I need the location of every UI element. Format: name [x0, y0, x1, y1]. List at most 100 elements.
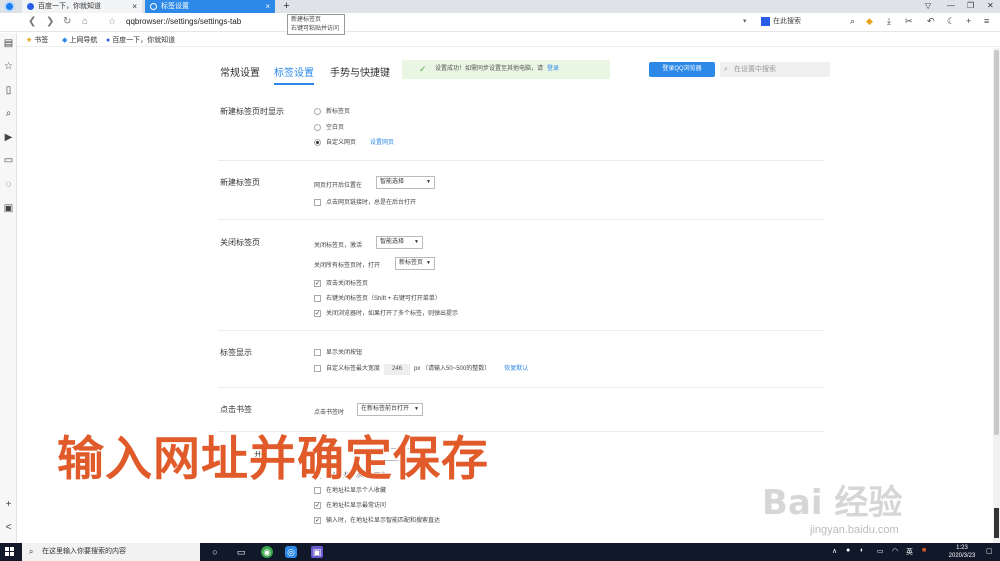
checkbox-checked-icon[interactable]: ✓	[314, 516, 321, 524]
radio-blank-page[interactable]: 空白页	[314, 122, 344, 131]
checkbox-max-width[interactable]: 自定义标签最大宽度 246 px （请输入50~500的整数） 恢复默认	[314, 363, 528, 375]
checkbox-checked-icon[interactable]: ✓	[314, 501, 321, 509]
collapse-icon[interactable]: <	[3, 522, 14, 533]
qq-browser-taskbar-icon[interactable]: ◎	[285, 546, 297, 558]
url-input[interactable]: qqbrowser://settings/settings-tab	[126, 17, 241, 26]
bookmark-item[interactable]: ● 百度一下，你就知道	[106, 35, 175, 45]
checkbox-icon[interactable]	[314, 198, 321, 206]
checkbox-close-warning[interactable]: ✓ 关闭浏览器时，如果打开了多个标签，则弹出提示	[314, 308, 458, 317]
refresh-icon[interactable]: ↻	[63, 16, 71, 27]
bookmark-item[interactable]: ★ 书签	[26, 35, 48, 45]
checkbox-show-close-button[interactable]: 显示关闭按钮	[314, 347, 362, 356]
tab-tab-settings[interactable]: 标签设置	[274, 64, 314, 85]
download-icon[interactable]: ⤓	[887, 16, 891, 27]
chevron-down-icon[interactable]: ▾	[743, 17, 747, 25]
restore-default-link[interactable]: 恢复默认	[504, 366, 528, 372]
search-icon[interactable]: ⌕	[3, 108, 14, 119]
option-label: 显示关闭按钮	[326, 350, 363, 356]
login-button[interactable]: 登录QQ浏览器	[649, 62, 715, 77]
tab-general-settings[interactable]: 常规设置	[220, 64, 260, 79]
radio-new-tab-page[interactable]: 新标签页	[314, 106, 350, 115]
tray-icon[interactable]: ■	[922, 547, 926, 554]
add-icon[interactable]: +	[966, 16, 971, 26]
game-icon[interactable]: ◆	[866, 16, 873, 27]
shirt-icon[interactable]: ▽	[925, 1, 931, 10]
tab-baidu[interactable]: 百度一下，你就知道 ×	[22, 0, 142, 13]
favorite-star-icon[interactable]: ☆	[108, 16, 116, 27]
chat-icon[interactable]: ◌	[3, 179, 14, 190]
cortana-icon[interactable]: ○	[209, 546, 221, 558]
qq-browser-logo-icon[interactable]	[4, 1, 15, 12]
tab-settings[interactable]: 标签设置 ×	[145, 0, 275, 13]
restore-icon[interactable]: ❐	[967, 1, 974, 10]
settings-search-input[interactable]: ⌕ 在设置中搜索	[720, 62, 830, 77]
clock[interactable]: 1:23 2020/3/23	[942, 543, 982, 560]
tray-icon[interactable]: ◐	[860, 547, 864, 554]
checkbox-most-visited[interactable]: ✓ 在地址栏显示最常访问	[314, 500, 386, 509]
close-all-select[interactable]: 新标签页 ▼	[395, 257, 435, 270]
checkbox-checked-icon[interactable]: ✓	[314, 309, 321, 317]
search-box[interactable]: 在此搜索	[761, 16, 801, 26]
close-tab-icon[interactable]: ×	[132, 0, 137, 13]
forward-icon[interactable]: ❯	[46, 16, 54, 27]
back-icon[interactable]: ❮	[28, 16, 36, 27]
max-width-input[interactable]: 246	[384, 364, 411, 375]
undo-icon[interactable]: ↶	[927, 16, 935, 27]
task-view-icon[interactable]: ▭	[235, 546, 247, 558]
app-icon[interactable]: ▣	[311, 546, 323, 558]
search-icon[interactable]: ⌕	[850, 16, 855, 27]
scrollbar[interactable]	[993, 48, 1000, 543]
close-tab-icon[interactable]: ×	[265, 0, 270, 13]
checkbox-icon[interactable]	[314, 364, 321, 372]
chevron-up-icon[interactable]: ∧	[832, 547, 837, 555]
wifi-icon[interactable]: ◠	[892, 547, 898, 555]
menu-icon[interactable]: ≡	[984, 16, 989, 26]
ime-indicator[interactable]: 英	[906, 547, 913, 557]
minimize-icon[interactable]: —	[947, 1, 955, 10]
night-mode-icon[interactable]: ☾	[947, 16, 955, 27]
checkbox-checked-icon[interactable]: ✓	[314, 279, 321, 287]
tools-icon[interactable]: ✂	[905, 16, 913, 27]
bookmark-item[interactable]: ◆ 上网导航	[62, 35, 97, 45]
radio-icon[interactable]	[314, 123, 321, 131]
activate-select[interactable]: 智能选择 ▼	[376, 236, 423, 249]
tab-label: 百度一下，你就知道	[38, 3, 101, 10]
star-icon[interactable]: ☆	[3, 61, 14, 72]
radio-icon[interactable]	[314, 107, 321, 115]
checkbox-icon[interactable]	[314, 294, 321, 302]
set-page-link[interactable]: 设置网页	[370, 140, 394, 146]
notice-text: 设置成功！如需同步设置至其他电脑，请	[435, 66, 544, 72]
select-value: 在新标签前台打开	[361, 406, 410, 412]
search-engine-icon[interactable]	[761, 16, 770, 26]
notice-login-link[interactable]: 登录	[547, 66, 559, 72]
video-icon[interactable]: ▶	[3, 132, 14, 143]
scrollbar-thumb[interactable]	[994, 50, 999, 435]
app-icon[interactable]: ◉	[261, 546, 273, 558]
checkbox-background-open[interactable]: 点击网页链接时，总是在后台打开	[314, 197, 416, 206]
taskbar-search-input[interactable]: ⌕ 在这里输入你要搜索的内容	[22, 543, 200, 561]
home-icon[interactable]: ⌂	[82, 16, 88, 27]
checkbox-smart-match[interactable]: ✓ 输入时，在地址栏显示智能匹配和搜索直达	[314, 515, 440, 524]
bookmark-open-select[interactable]: 在新标签前台打开 ▼	[357, 403, 423, 416]
network-icon[interactable]: ▭	[877, 547, 884, 555]
checkbox-right-click-close[interactable]: 右键关闭标签页（Shift + 右键可打开菜单）	[314, 293, 441, 302]
tray-icon[interactable]: ●	[846, 547, 850, 554]
open-position-select[interactable]: 智能选择 ▼	[376, 176, 435, 189]
note-icon[interactable]: ▣	[3, 203, 14, 214]
tabs-icon[interactable]: ▤	[3, 38, 14, 49]
book-icon[interactable]: ▯	[3, 85, 14, 96]
notification-icon[interactable]: ▢	[986, 547, 993, 555]
checkbox-double-click-close[interactable]: ✓ 双击关闭标签页	[314, 278, 368, 287]
add-icon[interactable]: +	[3, 499, 14, 510]
radio-icon[interactable]	[314, 138, 321, 146]
tab-label: 标签设置	[161, 3, 189, 10]
radio-custom-page[interactable]: 自定义网页 设置网页	[314, 137, 394, 146]
close-window-icon[interactable]: ✕	[987, 1, 994, 10]
new-tab-button[interactable]: +	[280, 0, 293, 13]
option-suffix: px （请输入50~500的整数）	[414, 366, 491, 372]
windows-start-icon[interactable]	[5, 547, 15, 557]
screen: 百度一下，你就知道 × 标签设置 × + ▽ — ❐ ✕ 新建标签页 右键可粘贴…	[0, 0, 1000, 561]
game-icon[interactable]: ▭	[3, 155, 14, 166]
checkbox-icon[interactable]	[314, 348, 321, 356]
tab-gestures-shortcuts[interactable]: 手势与快捷键	[330, 64, 390, 79]
